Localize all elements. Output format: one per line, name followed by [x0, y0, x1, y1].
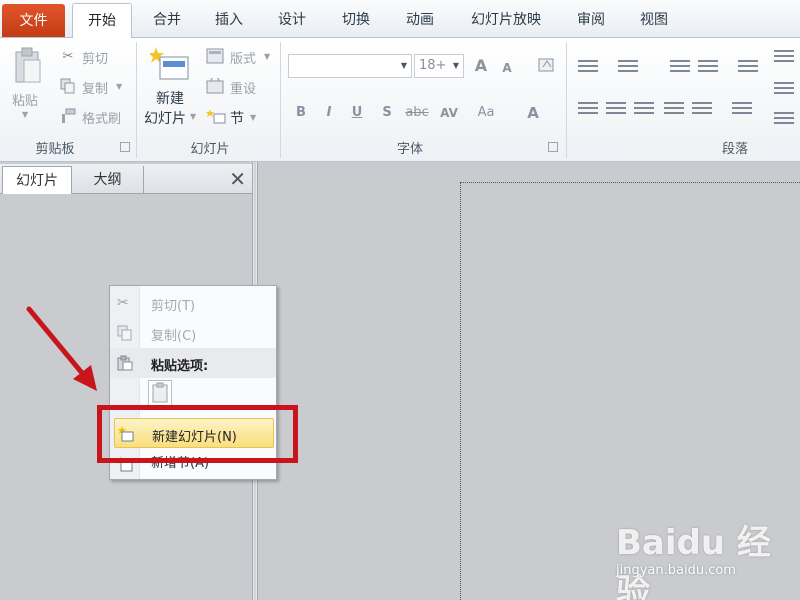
- watermark-brand: Baidu 经验: [616, 523, 771, 600]
- tab-review[interactable]: 审阅: [562, 3, 620, 37]
- group-separator: [136, 42, 137, 158]
- slides-group-label: 幻灯片: [190, 142, 230, 157]
- panel-tabs: 幻灯片 大纲 ✕: [0, 164, 252, 194]
- menu-item-copy[interactable]: 复制(C): [110, 318, 276, 348]
- tab-outline[interactable]: 大纲: [72, 166, 144, 194]
- scissors-icon: ✂: [117, 295, 129, 311]
- shadow-button[interactable]: S: [376, 102, 398, 124]
- bullets-icon[interactable]: [578, 60, 598, 76]
- clipboard-group-label: 剪贴板: [35, 142, 75, 157]
- strikethrough-button[interactable]: abc: [404, 102, 430, 124]
- group-separator: [280, 42, 281, 158]
- smartart-icon[interactable]: [774, 112, 794, 128]
- layout-icon: [206, 48, 224, 64]
- watermark-url: jingyan.baidu.com: [616, 563, 736, 578]
- underline-button[interactable]: U: [346, 102, 368, 124]
- font-group-label: 字体: [396, 142, 423, 157]
- format-painter-button[interactable]: 格式刷: [82, 108, 121, 127]
- menu-item-paste-options-label: 粘贴选项:: [151, 359, 209, 374]
- columns-icon[interactable]: [732, 102, 752, 118]
- italic-button[interactable]: I: [318, 102, 340, 124]
- font-name-dropdown-icon[interactable]: ▼: [401, 55, 407, 77]
- tab-view[interactable]: 视图: [624, 3, 684, 37]
- new-slide-label-1[interactable]: 新建: [156, 88, 184, 108]
- clear-format-icon[interactable]: [536, 56, 558, 76]
- copy-icon: [60, 78, 76, 94]
- tab-slides[interactable]: 幻灯片: [2, 166, 72, 194]
- reset-button[interactable]: 重设: [230, 78, 256, 97]
- font-size-input[interactable]: 18+ ▼: [414, 54, 464, 78]
- reset-icon: [206, 78, 224, 94]
- section-dropdown-icon[interactable]: ▼: [250, 113, 256, 122]
- cut-button[interactable]: 剪切: [82, 48, 108, 67]
- line-spacing-icon[interactable]: [738, 60, 758, 76]
- tab-slideshow[interactable]: 幻灯片放映: [458, 3, 554, 37]
- menu-item-paste-options: 粘贴选项:: [110, 348, 276, 378]
- numbering-icon[interactable]: [618, 60, 638, 76]
- new-slide-dropdown-icon[interactable]: ▼: [190, 112, 196, 121]
- tab-file[interactable]: 文件: [2, 4, 65, 37]
- paste-keep-source-icon[interactable]: [148, 380, 172, 406]
- grow-font-button[interactable]: A: [470, 55, 492, 77]
- char-spacing-button[interactable]: AV: [436, 102, 462, 124]
- justify-icon[interactable]: [664, 102, 684, 118]
- menu-item-cut[interactable]: ✂ 剪切(T): [110, 288, 276, 318]
- font-size-value: 18+: [419, 58, 447, 73]
- paste-button[interactable]: 粘贴: [12, 90, 38, 109]
- paste-icon[interactable]: [10, 44, 46, 88]
- clipboard-dialog-launcher[interactable]: [120, 142, 130, 152]
- new-slide-label-2[interactable]: 幻灯片: [144, 108, 186, 128]
- menu-item-copy-label: 复制(C): [151, 329, 197, 344]
- annotation-arrow-icon: [26, 306, 97, 391]
- increase-indent-icon[interactable]: [698, 60, 718, 76]
- group-separator: [566, 42, 567, 158]
- format-painter-icon: [60, 108, 76, 124]
- copy-icon: [117, 325, 133, 341]
- shrink-font-button[interactable]: A: [496, 57, 518, 79]
- paste-dropdown-icon[interactable]: ▼: [22, 110, 28, 119]
- paste-icon: [117, 355, 133, 371]
- copy-button[interactable]: 复制: [82, 78, 108, 97]
- new-slide-icon[interactable]: [150, 44, 190, 84]
- text-direction-icon[interactable]: [774, 50, 794, 66]
- paragraph-group-label: 段落: [721, 142, 748, 157]
- align-center-icon[interactable]: [606, 102, 626, 118]
- watermark: Baidu 经验 jingyan.baidu.com: [616, 515, 800, 600]
- tab-merge[interactable]: 合并: [138, 3, 196, 37]
- change-case-button[interactable]: Aa: [474, 102, 498, 124]
- decrease-indent-icon[interactable]: [670, 60, 690, 76]
- ribbon: 粘贴 ▼ ✂ 剪切 复制 ▼ 格式刷 剪贴板 新建 幻灯片 ▼ 版式 ▼ 重设: [0, 38, 800, 162]
- bold-button[interactable]: B: [290, 102, 312, 124]
- align-text-icon[interactable]: [774, 82, 794, 98]
- section-icon: [206, 108, 226, 124]
- font-color-button[interactable]: A: [522, 102, 544, 124]
- font-size-dropdown-icon[interactable]: ▼: [453, 55, 459, 77]
- distribute-icon[interactable]: [692, 102, 712, 118]
- font-name-input[interactable]: ▼: [288, 54, 412, 78]
- scissors-icon: ✂: [62, 48, 74, 64]
- layout-button[interactable]: 版式: [230, 48, 256, 67]
- align-right-icon[interactable]: [634, 102, 654, 118]
- menu-item-cut-label: 剪切(T): [151, 299, 196, 314]
- tab-home[interactable]: 开始: [72, 3, 132, 39]
- ribbon-tab-bar: 文件 开始 合并 插入 设计 切换 动画 幻灯片放映 审阅 视图: [0, 0, 800, 39]
- tab-animations[interactable]: 动画: [390, 3, 450, 37]
- copy-dropdown-icon[interactable]: ▼: [116, 82, 122, 91]
- layout-dropdown-icon[interactable]: ▼: [264, 52, 270, 61]
- tab-design[interactable]: 设计: [263, 3, 321, 37]
- tab-transitions[interactable]: 切换: [326, 3, 386, 37]
- align-left-icon[interactable]: [578, 102, 598, 118]
- section-button[interactable]: 节: [230, 108, 244, 128]
- font-dialog-launcher[interactable]: [548, 142, 558, 152]
- tab-insert[interactable]: 插入: [200, 3, 258, 37]
- annotation-highlight-box: [97, 405, 298, 463]
- close-panel-icon[interactable]: ✕: [229, 166, 246, 192]
